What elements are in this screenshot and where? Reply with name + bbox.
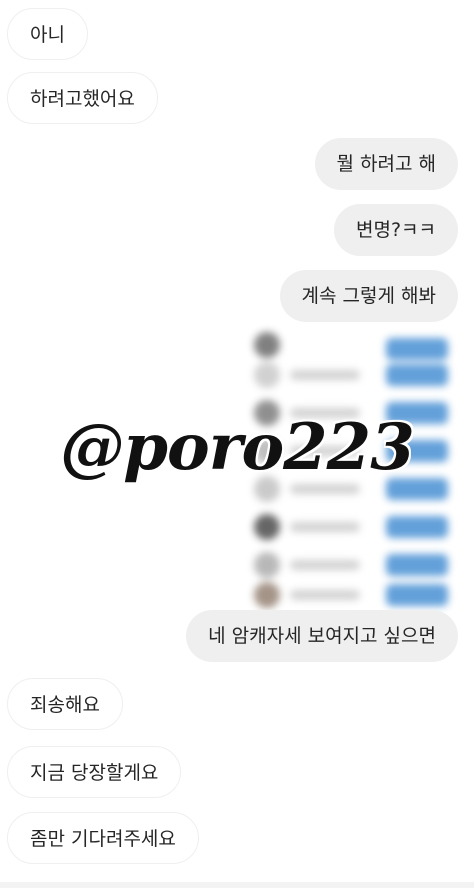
blurred-row xyxy=(244,578,454,608)
blurred-text xyxy=(290,370,360,380)
blurred-row xyxy=(244,548,454,582)
blurred-row xyxy=(244,510,454,544)
message-text: 뭘 하려고 해 xyxy=(336,153,436,175)
message-outgoing[interactable]: 계속 그렇게 해봐 xyxy=(279,270,458,322)
blurred-avatar xyxy=(254,514,280,540)
message-outgoing[interactable]: 네 암캐자세 보여지고 싶으면 xyxy=(186,610,458,662)
message-outgoing[interactable]: 뭘 하려고 해 xyxy=(314,138,458,190)
message-text: 죄송해요 xyxy=(30,694,100,716)
message-text: 변명?ㅋㅋ xyxy=(355,219,436,241)
message-outgoing[interactable]: 변명?ㅋㅋ xyxy=(333,204,458,256)
blurred-row xyxy=(244,328,454,362)
watermark-text: @poro223 xyxy=(60,410,414,485)
blurred-text xyxy=(290,590,360,600)
message-text: 지금 당장할게요 xyxy=(30,762,159,784)
blurred-button xyxy=(386,338,448,360)
blurred-avatar xyxy=(254,582,280,608)
blurred-button xyxy=(386,554,448,576)
blurred-avatar xyxy=(254,552,280,578)
blurred-text xyxy=(290,522,360,532)
message-incoming[interactable]: 지금 당장할게요 xyxy=(7,746,182,798)
message-incoming[interactable]: 하려고했어요 xyxy=(7,72,158,124)
bottom-divider xyxy=(0,882,474,888)
message-text: 좀만 기다려주세요 xyxy=(30,828,176,850)
blurred-text xyxy=(290,484,360,494)
message-text: 하려고했어요 xyxy=(30,88,135,110)
message-text: 네 암캐자세 보여지고 싶으면 xyxy=(208,625,436,647)
message-incoming[interactable]: 좀만 기다려주세요 xyxy=(7,812,199,864)
blurred-avatar xyxy=(254,332,280,358)
message-incoming[interactable]: 죄송해요 xyxy=(7,678,123,730)
blurred-text xyxy=(290,560,360,570)
message-incoming[interactable]: 아니 xyxy=(7,8,88,60)
blurred-avatar xyxy=(254,362,280,388)
chat-screen: 아니 하려고했어요 뭘 하려고 해 변명?ㅋㅋ 계속 그렇게 해봐 @poro2… xyxy=(0,0,474,888)
message-text: 계속 그렇게 해봐 xyxy=(301,285,436,307)
blurred-button xyxy=(386,516,448,538)
blurred-button xyxy=(386,584,448,606)
blurred-button xyxy=(386,364,448,386)
blurred-row xyxy=(244,358,454,392)
message-text: 아니 xyxy=(30,24,65,46)
